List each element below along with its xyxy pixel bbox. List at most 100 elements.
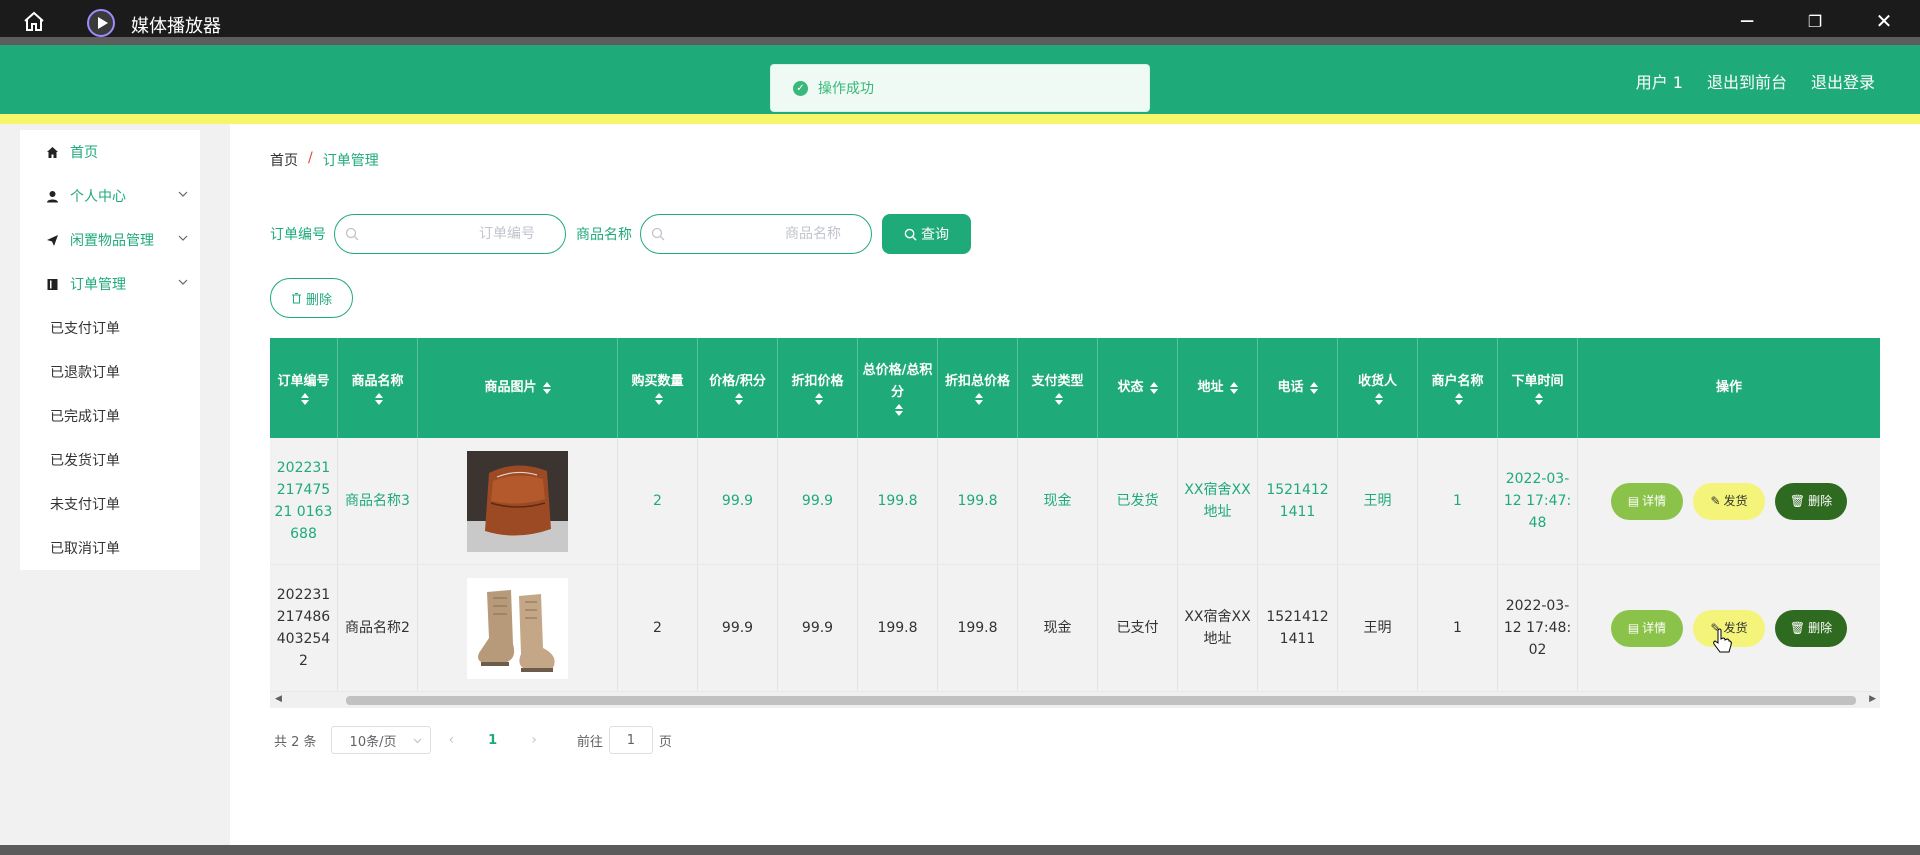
detail-button[interactable]: ▤ 详情 — [1611, 609, 1683, 647]
sort-icon[interactable] — [815, 393, 823, 405]
sidebar-item-home[interactable]: 首页 — [20, 130, 200, 174]
delete-button[interactable]: 🗑 删除 — [1775, 609, 1847, 647]
sidebar-item-idle-goods[interactable]: 闲置物品管理 — [20, 218, 200, 262]
col-discount-total[interactable]: 折扣总价格 — [938, 338, 1018, 438]
cell-order-no: 20223121747521 0163688 — [270, 438, 338, 564]
table-header: 订单编号 商品名称 商品图片 购买数量 价格/积分 折扣价格 总价格/总积分 折… — [270, 338, 1880, 438]
scrollbar-thumb[interactable] — [346, 696, 1856, 705]
detail-button[interactable]: ▤ 详情 — [1611, 482, 1683, 520]
user-link[interactable]: 用户 1 — [1636, 69, 1683, 93]
goto-page-input[interactable]: 1 — [608, 726, 653, 754]
back-to-front-link[interactable]: 退出到前台 — [1707, 69, 1787, 93]
minimize-button[interactable]: ─ — [1730, 7, 1764, 35]
page-size-value: 10条/页 — [349, 734, 397, 750]
query-button[interactable]: 查询 — [882, 214, 971, 254]
cell-pay-type: 现金 — [1018, 438, 1098, 564]
col-header-label: 商品图片 — [484, 380, 537, 395]
sidebar-subitem-shipped[interactable]: 已发货订单 — [20, 438, 200, 482]
sort-icon[interactable] — [375, 393, 383, 405]
document-icon: ▤ — [1627, 494, 1640, 508]
col-receiver[interactable]: 收货人 — [1338, 338, 1418, 438]
cell-merchant: 1 — [1418, 565, 1498, 691]
sort-icon[interactable] — [543, 382, 551, 394]
sidebar-subitem-paid[interactable]: 已支付订单 — [20, 306, 200, 350]
sort-icon[interactable] — [1230, 382, 1238, 394]
col-order-no[interactable]: 订单编号 — [270, 338, 338, 438]
cell-product-image — [418, 438, 618, 564]
col-product-name[interactable]: 商品名称 — [338, 338, 418, 438]
sort-icon[interactable] — [1055, 393, 1063, 405]
col-qty[interactable]: 购买数量 — [618, 338, 698, 438]
header-links: 用户 1 退出到前台 退出登录 — [1636, 69, 1875, 93]
table-row[interactable]: 2022312174864032542 商品名称2 2 99.9 99.9 19… — [270, 565, 1880, 692]
product-name-label: 商品名称 — [576, 227, 632, 243]
col-pay-type[interactable]: 支付类型 — [1018, 338, 1098, 438]
sort-icon[interactable] — [1375, 393, 1383, 405]
col-header-label: 操作 — [1715, 380, 1742, 395]
col-address[interactable]: 地址 — [1178, 338, 1258, 438]
sort-icon[interactable] — [1455, 393, 1463, 405]
page-number[interactable]: 1 — [488, 733, 497, 748]
scroll-left-arrow-icon[interactable]: ◀ — [275, 694, 282, 704]
col-phone[interactable]: 电话 — [1258, 338, 1338, 438]
sort-icon[interactable] — [1535, 393, 1543, 405]
col-header-label: 总价格/总积分 — [862, 363, 933, 400]
horizontal-scrollbar[interactable]: ◀ ▶ — [270, 692, 1880, 708]
order-no-label: 订单编号 — [270, 227, 326, 243]
sort-icon[interactable] — [1310, 382, 1318, 394]
maximize-button[interactable]: ❐ — [1798, 7, 1832, 35]
house-icon — [45, 145, 59, 159]
sidebar-subitem-cancelled[interactable]: 已取消订单 — [20, 526, 200, 570]
col-merchant[interactable]: 商户名称 — [1418, 338, 1498, 438]
pager-total: 共 2 条 — [274, 734, 317, 750]
delete-label: 删除 — [1808, 494, 1833, 508]
cell-product-name: 商品名称2 — [338, 565, 418, 691]
product-name-input[interactable] — [641, 215, 871, 253]
sort-icon[interactable] — [895, 404, 903, 416]
table-row[interactable]: 20223121747521 0163688 商品名称3 2 99.9 99.9… — [270, 438, 1880, 565]
col-price[interactable]: 价格/积分 — [698, 338, 778, 438]
sidebar-item-orders[interactable]: 订单管理 — [20, 262, 200, 306]
goto-label: 前往 — [576, 734, 603, 750]
sort-icon[interactable] — [301, 393, 309, 405]
boots-image[interactable] — [467, 577, 568, 679]
prev-page-icon[interactable]: ‹ — [449, 732, 455, 748]
batch-delete-label: 删除 — [305, 292, 332, 308]
person-icon — [45, 189, 59, 203]
next-page-icon[interactable]: › — [531, 732, 537, 748]
toast-message: 操作成功 — [818, 81, 874, 97]
page-size-select[interactable]: 10条/页 — [330, 726, 431, 754]
header-accent-strip — [0, 114, 1920, 124]
sort-icon[interactable] — [1150, 382, 1158, 394]
cell-pay-type: 现金 — [1018, 565, 1098, 691]
orders-table: 订单编号 商品名称 商品图片 购买数量 价格/积分 折扣价格 总价格/总积分 折… — [270, 338, 1880, 692]
sidebar-subitem-refunded[interactable]: 已退款订单 — [20, 350, 200, 394]
col-discount-price[interactable]: 折扣价格 — [778, 338, 858, 438]
breadcrumb-home[interactable]: 首页 — [270, 150, 298, 170]
ship-button[interactable]: ✎ 发货 — [1693, 482, 1765, 520]
detail-label: 详情 — [1642, 621, 1667, 635]
col-product-image[interactable]: 商品图片 — [418, 338, 618, 438]
query-button-label: 查询 — [921, 227, 949, 243]
window-titlebar: 媒体播放器 ─ ❐ ✕ — [0, 0, 1920, 45]
trash-icon: 🗑 — [1789, 494, 1806, 508]
sidebar-subitem-unpaid[interactable]: 未支付订单 — [20, 482, 200, 526]
breadcrumb-current: 订单管理 — [322, 153, 379, 169]
col-total[interactable]: 总价格/总积分 — [858, 338, 938, 438]
order-no-input[interactable] — [335, 215, 565, 253]
col-order-time[interactable]: 下单时间 — [1498, 338, 1578, 438]
close-button[interactable]: ✕ — [1867, 7, 1901, 35]
page-suffix: 页 — [658, 734, 672, 750]
sidebar-subitem-completed[interactable]: 已完成订单 — [20, 394, 200, 438]
logout-link[interactable]: 退出登录 — [1811, 69, 1875, 93]
sort-icon[interactable] — [975, 393, 983, 405]
batch-delete-button[interactable]: 删除 — [270, 278, 353, 318]
delete-button[interactable]: 🗑 删除 — [1775, 482, 1847, 520]
brown-bag-image[interactable] — [467, 450, 568, 552]
scroll-right-arrow-icon[interactable]: ▶ — [1869, 694, 1876, 704]
sort-icon[interactable] — [655, 393, 663, 405]
sidebar-item-personal-center[interactable]: 个人中心 — [20, 174, 200, 218]
col-status[interactable]: 状态 — [1098, 338, 1178, 438]
home-icon[interactable] — [22, 10, 46, 32]
sort-icon[interactable] — [735, 393, 743, 405]
